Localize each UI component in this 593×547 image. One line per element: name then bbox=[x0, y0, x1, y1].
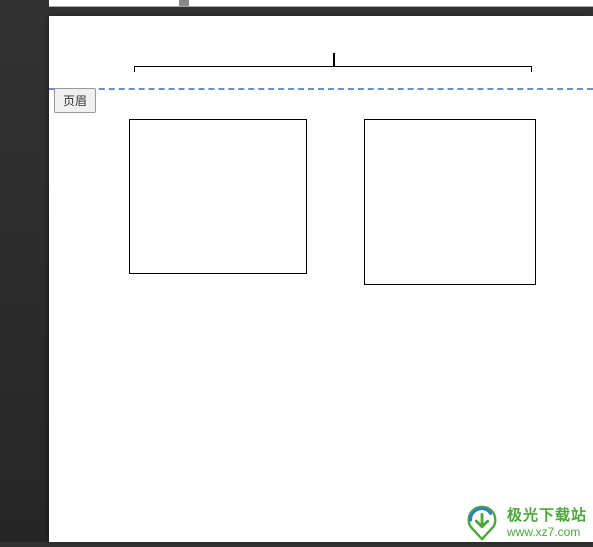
text-cursor bbox=[333, 53, 335, 67]
watermark-text: 极光下载站 www.xz7.com bbox=[507, 507, 587, 539]
ruler bbox=[49, 0, 593, 7]
document-page[interactable]: 页眉 bbox=[49, 16, 593, 542]
watermark-logo-icon bbox=[463, 504, 501, 542]
shape-rectangle-1[interactable] bbox=[129, 119, 307, 274]
ruler-tab-marker bbox=[179, 0, 189, 6]
shape-rectangle-2[interactable] bbox=[364, 119, 536, 285]
header-boundary-line bbox=[134, 66, 532, 72]
watermark: 极光下载站 www.xz7.com bbox=[463, 504, 587, 542]
header-separator-dashed bbox=[49, 88, 593, 90]
header-tag-button[interactable]: 页眉 bbox=[54, 88, 96, 113]
watermark-title: 极光下载站 bbox=[507, 507, 587, 525]
watermark-url: www.xz7.com bbox=[507, 525, 587, 539]
